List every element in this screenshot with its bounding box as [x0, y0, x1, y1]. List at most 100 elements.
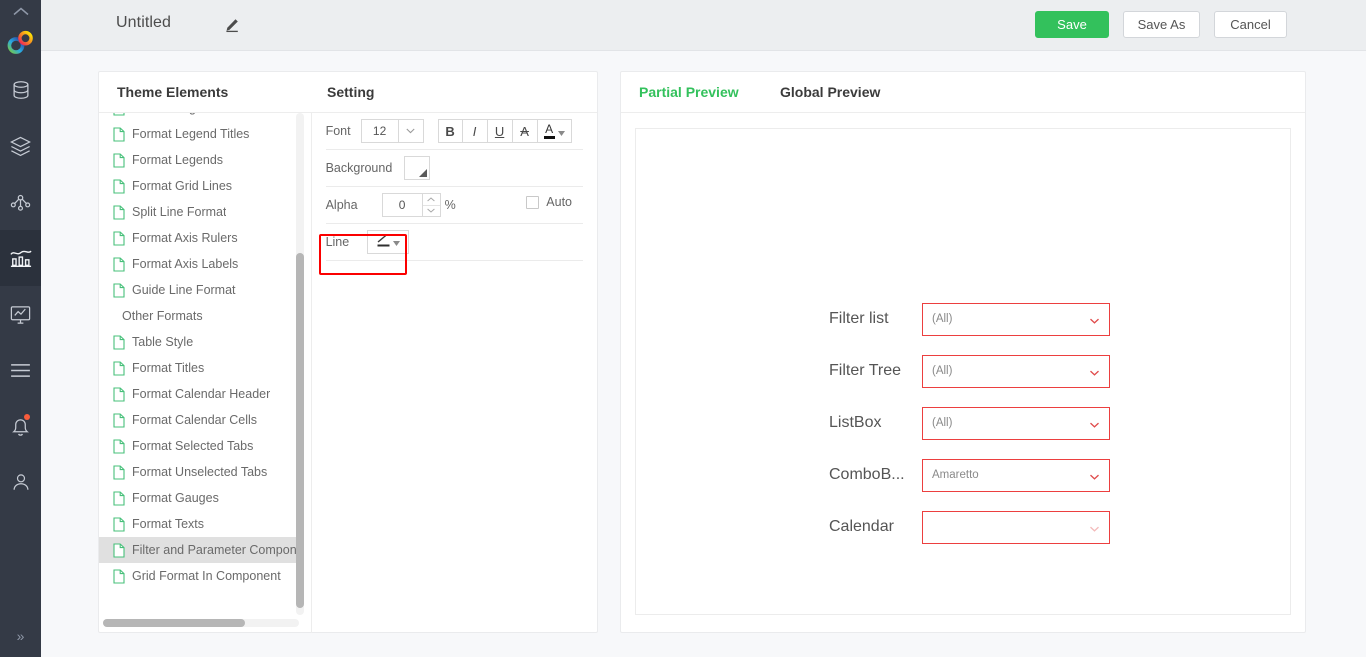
theme-element-item[interactable]: Filter and Parameter Componen [99, 537, 304, 563]
theme-element-item[interactable]: Format Axis Rulers [99, 225, 304, 251]
file-icon [113, 412, 125, 428]
strikethrough-button[interactable]: A [512, 119, 538, 143]
chevron-down-icon[interactable] [1089, 470, 1100, 481]
alpha-auto-label: Auto [546, 195, 572, 209]
file-icon [113, 386, 125, 402]
sidebar-item-list[interactable] [0, 342, 41, 398]
sidebar-item-relations[interactable] [0, 174, 41, 230]
alpha-input[interactable]: 0 [381, 193, 423, 217]
cancel-button[interactable]: Cancel [1214, 11, 1287, 38]
pencil-icon[interactable] [224, 17, 240, 33]
font-row: Font 12 B I U A A [325, 113, 583, 150]
theme-elements-items: Format Legend Colors Format Legend Titles… [99, 113, 304, 589]
theme-elements-list: Format Legend Colors Format Legend Titles… [99, 113, 312, 633]
theme-element-label: Format Axis Labels [132, 257, 239, 271]
preview-field-value: Amaretto [932, 469, 979, 481]
chevron-down-icon[interactable] [1089, 522, 1100, 533]
theme-element-item[interactable]: Guide Line Format [99, 277, 304, 303]
font-size-stepper[interactable]: 12 [360, 119, 424, 143]
preview-canvas: Filter list (All) Filter Tree (All) ListBox (… [635, 128, 1291, 615]
text-color-label: A [545, 122, 554, 136]
theme-element-label: Table Style [132, 335, 194, 349]
background-color-picker[interactable] [404, 156, 431, 180]
theme-element-label: Filter and Parameter Componen [132, 543, 304, 557]
preview-field-select[interactable]: (All) [922, 406, 1110, 440]
elements-horizontal-scrollbar-thumb[interactable] [103, 619, 245, 627]
caret-down-icon[interactable] [393, 233, 401, 251]
theme-element-item[interactable]: Format Legends [99, 147, 304, 173]
file-icon [113, 360, 125, 376]
preview-field-select[interactable]: (All) [922, 302, 1110, 336]
alpha-auto-checkbox[interactable]: Auto [526, 195, 572, 209]
background-label: Background [325, 161, 393, 175]
chevron-down-icon[interactable] [1089, 366, 1100, 377]
theme-element-item[interactable]: Table Style [99, 329, 304, 355]
spinner-up-icon[interactable] [423, 194, 440, 205]
theme-element-label: Grid Format In Component [132, 569, 281, 583]
bold-button[interactable]: B [437, 119, 463, 143]
theme-element-item[interactable]: Format Calendar Cells [99, 407, 304, 433]
italic-button[interactable]: I [462, 119, 488, 143]
theme-element-item[interactable]: Format Titles [99, 355, 304, 381]
sidebar-item-datasets[interactable] [0, 118, 41, 174]
sidebar-item-account[interactable] [0, 454, 41, 510]
preview-field-row: Calendar [829, 509, 1119, 545]
line-style-icon [376, 233, 391, 252]
preview-tabs: Partial Preview Global Preview [621, 72, 1305, 113]
theme-element-label: Format Calendar Header [132, 387, 271, 401]
font-label: Font [325, 124, 351, 138]
chevron-double-right-icon[interactable]: » [0, 629, 41, 643]
file-icon [113, 542, 125, 558]
chevron-down-icon[interactable] [1089, 418, 1100, 429]
underline-button[interactable]: U [487, 119, 513, 143]
theme-element-item[interactable]: Format Legend Titles [99, 121, 304, 147]
theme-element-item[interactable]: Format Axis Labels [99, 251, 304, 277]
preview-field-select[interactable]: (All) [922, 354, 1110, 388]
chevron-up-icon[interactable] [0, 0, 41, 22]
tab-global-preview[interactable]: Global Preview [780, 84, 880, 100]
bold-label: B [445, 123, 455, 139]
left-icon-rail: » [0, 0, 41, 657]
caret-down-icon[interactable] [557, 124, 565, 139]
theme-element-item[interactable]: Format Grid Lines [99, 173, 304, 199]
preview-form: Filter list (All) Filter Tree (All) ListBox (… [829, 301, 1119, 561]
theme-element-label: Format Selected Tabs [132, 439, 254, 453]
line-style-button[interactable] [367, 230, 410, 254]
elements-vertical-scrollbar-thumb[interactable] [295, 253, 304, 608]
preview-field-select[interactable]: Amaretto [922, 458, 1110, 492]
background-row: Background [325, 150, 583, 187]
tab-partial-preview[interactable]: Partial Preview [639, 84, 739, 100]
theme-element-item[interactable]: Format Texts [99, 511, 304, 537]
sidebar-item-notifications[interactable] [0, 398, 41, 454]
theme-element-item[interactable]: Format Gauges [99, 485, 304, 511]
preview-field-label: Calendar [829, 518, 894, 535]
strikethrough-label: A [520, 123, 529, 139]
alpha-spinner[interactable] [422, 193, 441, 217]
preview-field-label: ListBox [829, 414, 882, 431]
save-as-button[interactable]: Save As [1123, 11, 1200, 38]
theme-element-item[interactable]: Format Legend Colors [99, 113, 304, 121]
text-color-button[interactable]: A [537, 119, 572, 143]
sidebar-item-dashboard[interactable] [0, 286, 41, 342]
theme-element-item[interactable]: Format Unselected Tabs [99, 459, 304, 485]
chevron-down-icon[interactable] [1089, 314, 1100, 325]
theme-element-item[interactable]: Grid Format In Component [99, 563, 304, 589]
alpha-label: Alpha [325, 198, 358, 212]
theme-element-item[interactable]: Format Calendar Header [99, 381, 304, 407]
spinner-down-icon[interactable] [422, 204, 440, 217]
file-icon [113, 152, 125, 168]
alpha-stepper[interactable]: 0 [381, 193, 441, 217]
chevron-down-icon[interactable] [398, 119, 424, 143]
preview-field-label: Filter Tree [829, 362, 902, 379]
sidebar-item-analysis[interactable] [0, 230, 41, 286]
checkbox-box[interactable] [526, 195, 540, 209]
font-size-input[interactable]: 12 [360, 119, 399, 143]
sidebar-item-data[interactable] [0, 62, 41, 118]
theme-element-label: Other Formats [122, 309, 203, 323]
file-icon [113, 334, 125, 350]
theme-element-item[interactable]: Split Line Format [99, 199, 304, 225]
theme-element-item[interactable]: Format Selected Tabs [99, 433, 304, 459]
preview-field-value: (All) [932, 365, 953, 377]
preview-field-select[interactable] [922, 510, 1110, 544]
save-button[interactable]: Save [1035, 11, 1109, 38]
